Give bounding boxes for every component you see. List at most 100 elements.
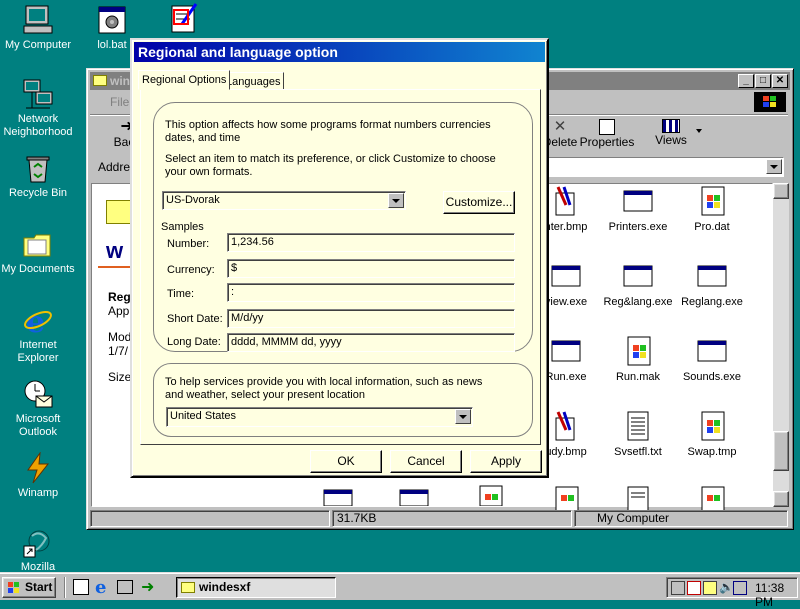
exe-file-icon[interactable] xyxy=(322,486,354,506)
network-icon xyxy=(22,78,54,110)
views-button[interactable]: Views xyxy=(646,119,696,153)
apply-button[interactable]: Apply xyxy=(470,450,542,473)
intro-text: This option affects how some programs fo… xyxy=(165,119,491,144)
notepad-launch-icon[interactable] xyxy=(73,579,89,595)
arrow-launch-icon[interactable]: ➜ xyxy=(141,577,154,597)
info-line: Mod xyxy=(108,330,132,344)
status-pane-left xyxy=(90,510,330,527)
tab-regional-options[interactable]: Regional Options xyxy=(138,70,231,90)
menu-file[interactable]: File xyxy=(110,95,129,109)
windows-file-icon[interactable] xyxy=(696,410,728,442)
desktop-icon-label: Recycle Bin xyxy=(8,187,68,199)
desktop-icon-mozilla[interactable]: Mozilla xyxy=(0,526,76,574)
svg-text:e: e xyxy=(26,305,45,336)
location-dropdown-button[interactable] xyxy=(455,409,471,424)
customize-button[interactable]: Customize... xyxy=(443,191,515,214)
windows-file-icon[interactable] xyxy=(696,485,728,510)
close-button[interactable]: ✕ xyxy=(772,74,788,88)
exe-file-icon[interactable] xyxy=(622,185,654,217)
info-line: Size xyxy=(108,370,132,384)
info-heading: w xyxy=(106,238,124,263)
recycle-bin-icon xyxy=(22,152,54,184)
cancel-button[interactable]: Cancel xyxy=(390,450,462,473)
file-label: Swap.tmp xyxy=(687,446,737,458)
clock: 11:38 PM xyxy=(755,581,785,609)
windows-file-icon[interactable] xyxy=(696,185,728,217)
exe-file-icon[interactable] xyxy=(696,335,728,367)
sample-label-long-date: Long Date: xyxy=(167,336,221,348)
regional-options-dialog[interactable]: Regional and language option Regional Op… xyxy=(130,38,549,478)
text-file-icon[interactable] xyxy=(622,485,654,510)
paint-file-icon[interactable] xyxy=(550,185,582,217)
exe-file-icon[interactable] xyxy=(550,260,582,292)
views-dropdown-icon[interactable] xyxy=(696,129,702,133)
file-label: Reglang.exe xyxy=(681,296,743,308)
internet-explorer-icon: e xyxy=(22,304,54,340)
dialog-title-bar[interactable]: Regional and language option xyxy=(134,42,545,62)
dialog-title: Regional and language option xyxy=(138,44,338,60)
desktop-icon-my-computer[interactable]: My Computer xyxy=(0,4,76,52)
ok-button[interactable]: OK xyxy=(310,450,382,473)
outlook-icon xyxy=(22,378,54,410)
desktop-icon-internet-explorer[interactable]: e Internet Explorer xyxy=(0,304,76,365)
windows-file-icon[interactable] xyxy=(622,335,654,367)
desktop-icon-network-neighborhood[interactable]: Network Neighborhood xyxy=(0,78,76,139)
desktop-icon-label: My Documents xyxy=(1,263,75,275)
select-text: Select an item to match its preference, … xyxy=(165,153,496,178)
sample-label-time: Time: xyxy=(167,288,195,300)
desktop-icon-microsoft-outlook[interactable]: Microsoft Outlook xyxy=(0,378,76,439)
tray-icon[interactable] xyxy=(703,581,717,595)
desktop-icon-my-documents[interactable]: My Documents xyxy=(0,228,76,276)
desktop-icon-notepad[interactable] xyxy=(168,2,202,36)
windows-file-icon[interactable] xyxy=(550,485,582,510)
exe-file-icon[interactable] xyxy=(622,260,654,292)
desktop-icon-winamp[interactable]: Winamp xyxy=(0,451,76,500)
desktop-icon-label: Winamp xyxy=(17,487,59,499)
start-button[interactable]: Start xyxy=(2,577,56,598)
sample-label-currency: Currency: xyxy=(167,264,215,276)
sample-currency-field: $ xyxy=(227,259,515,278)
tray-icon[interactable] xyxy=(687,581,701,595)
desktop-icon-label: Network Neighborhood xyxy=(3,113,73,138)
winamp-icon xyxy=(22,451,54,484)
sample-number-field: 1,234.56 xyxy=(227,233,515,252)
properties-button[interactable]: Properties xyxy=(578,119,636,153)
exe-file-icon[interactable] xyxy=(550,335,582,367)
taskbar-button-windesxf[interactable]: windesxf xyxy=(176,577,336,598)
computer-icon xyxy=(22,4,54,36)
tray-icon[interactable] xyxy=(733,581,747,595)
file-label: Pro.dat xyxy=(694,221,730,233)
tray-icon[interactable] xyxy=(671,581,685,595)
file-grid: nter.bmp Printers.exe Pro.dat view.exe R… xyxy=(530,185,780,510)
mozilla-icon xyxy=(22,526,54,558)
folder-icon xyxy=(181,582,195,593)
desktop-icon-label: My Computer xyxy=(4,39,72,51)
minimize-button[interactable]: _ xyxy=(738,74,754,88)
address-dropdown-button[interactable] xyxy=(766,159,782,174)
sample-short-date-field: M/d/yy xyxy=(227,309,515,328)
text-file-icon[interactable] xyxy=(622,410,654,442)
internet-explorer-launch-icon[interactable]: e xyxy=(95,577,106,598)
tab-languages[interactable]: Languages xyxy=(222,72,285,90)
desktop-icon-label: Internet Explorer xyxy=(17,339,59,364)
status-pane-size: 31.7KB xyxy=(332,510,572,527)
maximize-button[interactable]: □ xyxy=(755,74,771,88)
windows-file-icon[interactable] xyxy=(474,484,506,506)
desktop-icon-label: Microsoft Outlook xyxy=(15,413,61,438)
locale-combo[interactable]: US-Dvorak xyxy=(162,191,406,210)
file-label: Svsetfl.txt xyxy=(614,446,662,458)
desktop-icon-recycle-bin[interactable]: Recycle Bin xyxy=(0,152,76,200)
location-combo[interactable]: United States xyxy=(166,407,473,427)
network-launch-icon[interactable] xyxy=(117,580,133,594)
locale-dropdown-button[interactable] xyxy=(388,193,404,208)
info-line: 1/7/ xyxy=(108,344,129,358)
folder-icon xyxy=(93,75,107,86)
paint-file-icon[interactable] xyxy=(550,410,582,442)
info-line: App xyxy=(108,304,130,318)
system-tray: 🔊 11:38 PM xyxy=(666,577,798,609)
exe-file-icon[interactable] xyxy=(398,486,430,506)
samples-label: Samples xyxy=(161,221,204,233)
exe-file-icon[interactable] xyxy=(696,260,728,292)
speaker-icon[interactable]: 🔊 xyxy=(719,580,734,594)
sample-long-date-field: dddd, MMMM dd, yyyy xyxy=(227,333,515,352)
